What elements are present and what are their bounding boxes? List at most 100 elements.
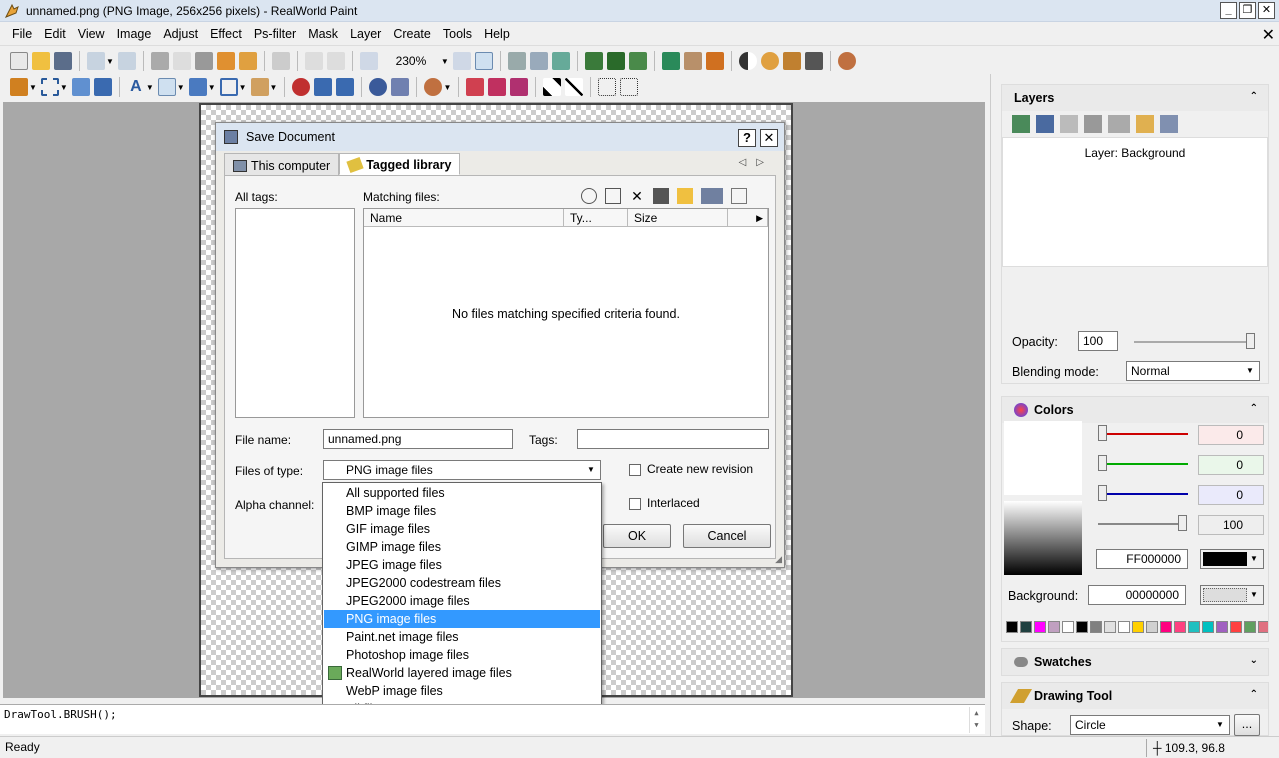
red-slider-thumb[interactable] (1098, 425, 1107, 441)
combine-icon[interactable] (488, 78, 507, 96)
tag-filter-icon[interactable] (731, 188, 747, 204)
zoom-tool-icon[interactable] (359, 52, 378, 70)
file-name-input[interactable]: unnamed.png (323, 429, 513, 449)
cut-icon[interactable] (150, 52, 169, 70)
alpha-value-input[interactable]: 100 (1198, 515, 1264, 535)
blending-mode-select[interactable]: Normal ▼ (1126, 361, 1260, 381)
delete-layer-icon[interactable] (1060, 115, 1078, 133)
chevron-down-icon[interactable]: ▼ (1243, 364, 1257, 378)
save-icon[interactable] (54, 52, 72, 70)
palette-swatch[interactable] (1188, 621, 1200, 633)
dropdown-icon[interactable]: ▼ (29, 83, 37, 92)
menu-file[interactable]: File (6, 27, 38, 41)
dropdown-icon[interactable]: ▼ (177, 83, 185, 92)
layers-header[interactable]: Layers ⌃ (1002, 85, 1268, 111)
shape-select[interactable]: Circle ▼ (1070, 715, 1230, 735)
palette-swatch[interactable] (1048, 621, 1060, 633)
paste-layer-icon[interactable] (1160, 115, 1178, 133)
eyedropper-icon[interactable] (804, 52, 823, 70)
user-tool-icon[interactable] (424, 78, 443, 96)
menu-edit[interactable]: Edit (38, 27, 72, 41)
pixel-grid-icon[interactable] (606, 52, 625, 70)
database-icon[interactable] (701, 188, 723, 204)
zoom-dropdown-icon[interactable]: ▼ (441, 57, 449, 66)
transform-icon[interactable] (71, 78, 90, 96)
palette-swatch[interactable] (1132, 621, 1144, 633)
palette-swatch[interactable] (1006, 621, 1018, 633)
files-of-type-select[interactable]: PNG image files ▼ (323, 460, 601, 480)
palette-swatch[interactable] (1118, 621, 1130, 633)
palette-swatch[interactable] (1090, 621, 1102, 633)
menu-view[interactable]: View (72, 27, 111, 41)
paste-new-icon[interactable] (238, 52, 257, 70)
transparency-icon[interactable] (628, 52, 647, 70)
palette-swatch[interactable] (1202, 621, 1214, 633)
tags-input[interactable] (577, 429, 769, 449)
green-slider[interactable] (1102, 463, 1188, 465)
file-type-option[interactable]: Photoshop image files (324, 646, 600, 664)
green-slider-thumb[interactable] (1098, 455, 1107, 471)
file-type-option-selected[interactable]: PNG image files (324, 610, 600, 628)
blue-slider-thumb[interactable] (1098, 485, 1107, 501)
intersect-icon[interactable] (510, 78, 529, 96)
file-type-option[interactable]: GIMP image files (324, 538, 600, 556)
tab-nav-arrows[interactable]: ◁▷ (739, 157, 774, 168)
background-hex-input[interactable]: 00000000 (1088, 585, 1186, 605)
menu-effect[interactable]: Effect (204, 27, 248, 41)
menu-ps-filter[interactable]: Ps-filter (248, 27, 302, 41)
column-name[interactable]: Name (364, 209, 564, 227)
file-type-option[interactable]: JPEG image files (324, 556, 600, 574)
red-eye-icon[interactable] (292, 78, 311, 96)
layer-effects-icon[interactable] (1108, 115, 1130, 133)
interlaced-checkbox[interactable] (629, 498, 641, 510)
palette-swatch[interactable] (1104, 621, 1116, 633)
grid-snap-icon[interactable] (620, 78, 639, 96)
comment-icon[interactable] (581, 188, 597, 204)
copy-layer-icon[interactable] (1136, 115, 1154, 133)
dialog-help-button[interactable]: ? (738, 129, 756, 147)
palette-swatch[interactable] (1244, 621, 1256, 633)
chevron-down-icon[interactable]: ▼ (584, 463, 598, 477)
layers-icon[interactable] (551, 52, 570, 70)
red-slider[interactable] (1102, 433, 1188, 435)
alpha-slider[interactable] (1098, 523, 1184, 525)
palette-swatch[interactable] (1230, 621, 1242, 633)
resize-grip-icon[interactable]: ◢ (775, 554, 782, 565)
menu-image[interactable]: Image (111, 27, 158, 41)
hue-picker[interactable] (1004, 421, 1082, 495)
paste-icon[interactable] (194, 52, 213, 70)
filter-icon[interactable] (705, 52, 724, 70)
column-more[interactable]: ▶ (728, 209, 768, 227)
undo-icon[interactable] (87, 52, 105, 70)
background-color-select[interactable]: ▼ (1200, 585, 1264, 605)
undo-dropdown-icon[interactable]: ▼ (106, 57, 114, 66)
layer-properties-icon[interactable] (1036, 115, 1054, 133)
smudge-icon[interactable] (336, 78, 355, 96)
file-type-option[interactable]: WebP image files (324, 682, 600, 700)
menu-mask[interactable]: Mask (302, 27, 344, 41)
copy-icon[interactable] (172, 52, 191, 70)
file-type-option[interactable]: Paint.net image files (324, 628, 600, 646)
matching-files-list[interactable]: Name Ty... Size ▶ No files matching spec… (363, 208, 769, 418)
foreground-color-select[interactable]: ▼ (1200, 549, 1264, 569)
dropdown-icon[interactable]: ▼ (60, 83, 68, 92)
user-icon[interactable] (837, 52, 856, 70)
expand-icon[interactable]: ⌄ (1250, 655, 1258, 666)
chevron-down-icon[interactable]: ▼ (1247, 588, 1261, 602)
moon-icon[interactable] (760, 52, 779, 70)
shape-more-button[interactable]: ... (1234, 714, 1260, 736)
document-close-icon[interactable]: ✕ (1262, 25, 1275, 45)
magic-wand-icon[interactable] (10, 78, 28, 96)
new-document-icon[interactable] (10, 52, 28, 70)
clone-stamp-icon[interactable] (314, 78, 333, 96)
new-folder-icon[interactable] (677, 188, 693, 204)
file-type-option[interactable]: GIF image files (324, 520, 600, 538)
column-type[interactable]: Ty... (564, 209, 628, 227)
diagonal-line-icon[interactable] (565, 78, 584, 96)
merge-layers-icon[interactable] (1084, 115, 1102, 133)
layer-down-icon[interactable] (529, 52, 548, 70)
warp-icon[interactable] (93, 78, 112, 96)
pen-icon[interactable] (391, 78, 410, 96)
foreground-hex-input[interactable]: FF000000 (1096, 549, 1188, 569)
palette-swatch[interactable] (1258, 621, 1268, 633)
